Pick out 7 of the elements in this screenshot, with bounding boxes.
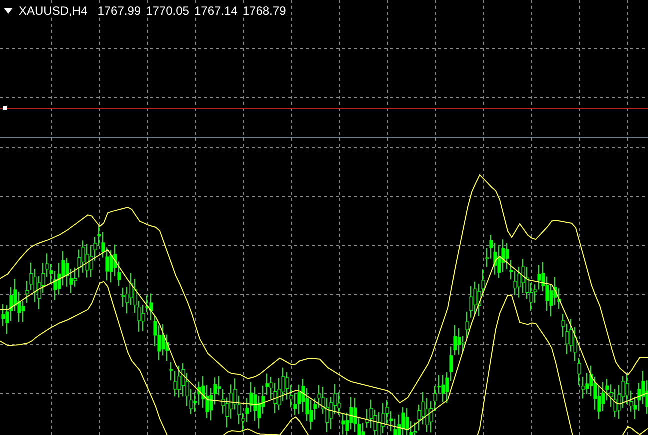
level-marker-icon[interactable] xyxy=(3,106,7,110)
symbol-label: XAUUSD,H4 xyxy=(19,4,88,18)
price-value: 1767.14 xyxy=(194,4,238,18)
dropdown-triangle-icon[interactable] xyxy=(4,8,13,14)
price-value: 1767.99 xyxy=(98,4,142,18)
price-value: 1770.05 xyxy=(146,4,190,18)
price-value: 1768.79 xyxy=(242,4,286,18)
